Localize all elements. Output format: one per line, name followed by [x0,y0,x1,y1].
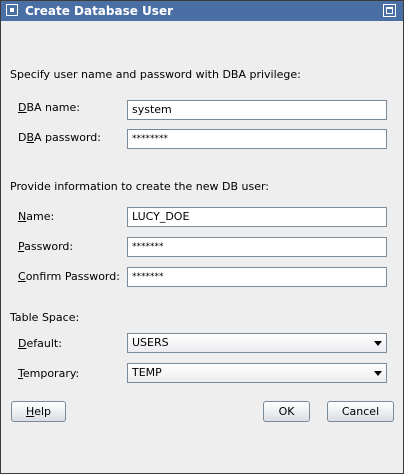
confirm-password-field[interactable]: ******* [127,267,387,287]
chevron-down-icon[interactable] [374,371,382,376]
maximize-icon[interactable] [383,4,396,17]
dba-section-heading: Specify user name and password with DBA … [10,68,301,81]
dba-password-label: DBA password: [18,131,101,144]
user-password-label: Password: [18,240,74,253]
dba-name-field[interactable]: system [127,100,387,120]
temporary-tablespace-value: TEMP [132,366,162,379]
temporary-tablespace-select[interactable]: TEMP [127,363,387,383]
window-title: Create Database User [25,4,173,18]
default-tablespace-select[interactable]: USERS [127,333,387,353]
user-password-field[interactable]: ******* [127,237,387,257]
dba-name-label: DBA name: [18,101,80,114]
temporary-tablespace-label: Temporary: [18,367,80,380]
dba-password-field[interactable]: ******** [127,129,387,149]
tablespace-section-heading: Table Space: [10,311,80,324]
user-name-label: Name: [18,210,55,223]
help-button[interactable]: Help [11,401,66,422]
dialog-body: Specify user name and password with DBA … [1,21,403,473]
default-tablespace-label: Default: [18,337,62,350]
user-name-field[interactable]: LUCY_DOE [127,207,387,227]
title-bar[interactable]: Create Database User [1,1,403,21]
confirm-password-label: Confirm Password: [18,270,120,283]
window-menu-icon[interactable] [6,4,18,16]
user-section-heading: Provide information to create the new DB… [10,180,269,193]
ok-button[interactable]: OK [263,401,310,422]
default-tablespace-value: USERS [132,336,169,349]
cancel-button[interactable]: Cancel [327,401,394,422]
create-database-user-dialog: Create Database User Specify user name a… [0,0,404,474]
chevron-down-icon[interactable] [374,341,382,346]
